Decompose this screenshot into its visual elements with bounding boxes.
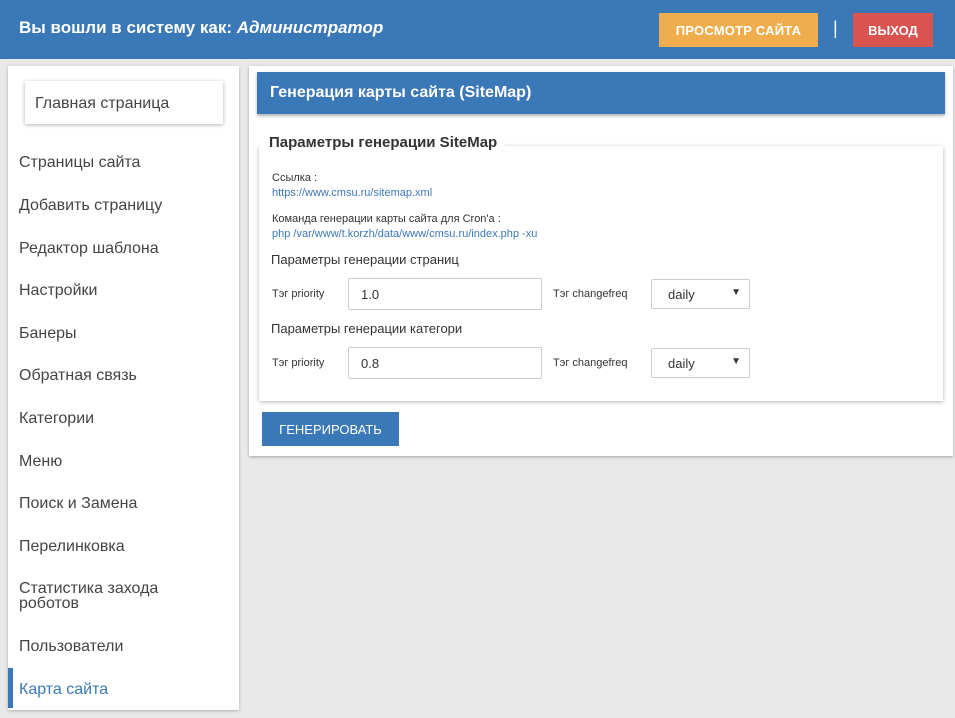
login-status: Вы вошли в систему как: Администратор — [19, 18, 383, 38]
link-label: Ссылка : — [272, 172, 318, 184]
sidebar-item-sitemap[interactable]: Карта сайта — [8, 682, 239, 698]
sidebar-item-interlinking[interactable]: Перелинковка — [8, 539, 239, 555]
sidebar-item-banners[interactable]: Банеры — [8, 326, 239, 342]
cron-command: php /var/www/t.korzh/data/www/cmsu.ru/in… — [272, 228, 538, 240]
pages-section-title: Параметры генерации страниц — [271, 252, 459, 267]
sidebar-item-feedback[interactable]: Обратная связь — [8, 368, 239, 384]
chevron-down-icon: ▼ — [731, 356, 741, 367]
sidebar-item-template-editor[interactable]: Редактор шаблона — [8, 241, 239, 257]
sidebar-item-categories[interactable]: Категории — [8, 411, 239, 427]
top-header: Вы вошли в систему как: Администратор ПР… — [0, 0, 955, 59]
categories-section-title: Параметры генерации категори — [271, 321, 463, 336]
categories-priority-input[interactable] — [348, 347, 542, 379]
chevron-down-icon: ▼ — [731, 287, 741, 298]
panel-header: Генерация карты сайта (SiteMap) — [257, 72, 945, 114]
sidebar-item-menu[interactable]: Меню — [8, 454, 239, 470]
fieldset-legend: Параметры генерации SiteMap — [261, 134, 506, 151]
pages-changefreq-label: Тэг changefreq — [553, 288, 628, 300]
login-prefix: Вы вошли в систему как: — [19, 18, 237, 37]
cron-label: Команда генерации карты сайта для Cron'a… — [272, 213, 501, 225]
categories-changefreq-label: Тэг changefreq — [553, 357, 628, 369]
main-panel: Генерация карты сайта (SiteMap) Параметр… — [249, 66, 953, 456]
sidebar-item-search-replace[interactable]: Поиск и Замена — [8, 496, 239, 512]
sidebar-item-robot-stats[interactable]: Статистика захода роботов — [8, 581, 188, 612]
pages-priority-input[interactable] — [348, 278, 542, 310]
user-role: Администратор — [236, 18, 384, 37]
generate-button[interactable]: ГЕНЕРИРОВАТЬ — [262, 412, 399, 446]
exit-button[interactable]: ВЫХОД — [853, 13, 933, 47]
categories-changefreq-select[interactable]: daily ▼ — [651, 348, 750, 378]
categories-priority-label: Тэг priority — [272, 357, 325, 369]
pages-priority-label: Тэг priority — [272, 288, 325, 300]
sidebar-item-add-page[interactable]: Добавить страницу — [8, 198, 239, 214]
pages-changefreq-select[interactable]: daily ▼ — [651, 279, 750, 309]
sidebar-item-pages[interactable]: Страницы сайта — [8, 155, 239, 171]
page-title: Генерация карты сайта (SiteMap) — [270, 84, 532, 101]
header-separator: | — [833, 18, 838, 38]
sidebar-item-users[interactable]: Пользователи — [8, 639, 239, 655]
pages-changefreq-value: daily — [668, 287, 695, 302]
sitemap-link[interactable]: https://www.cmsu.ru/sitemap.xml — [272, 187, 432, 199]
sidebar: Главная страница Страницы сайта Добавить… — [8, 66, 239, 710]
sidebar-home-link[interactable]: Главная страница — [25, 81, 223, 124]
view-site-button[interactable]: ПРОСМОТР САЙТА — [659, 13, 818, 47]
sidebar-item-settings[interactable]: Настройки — [8, 283, 239, 299]
categories-changefreq-value: daily — [668, 356, 695, 371]
